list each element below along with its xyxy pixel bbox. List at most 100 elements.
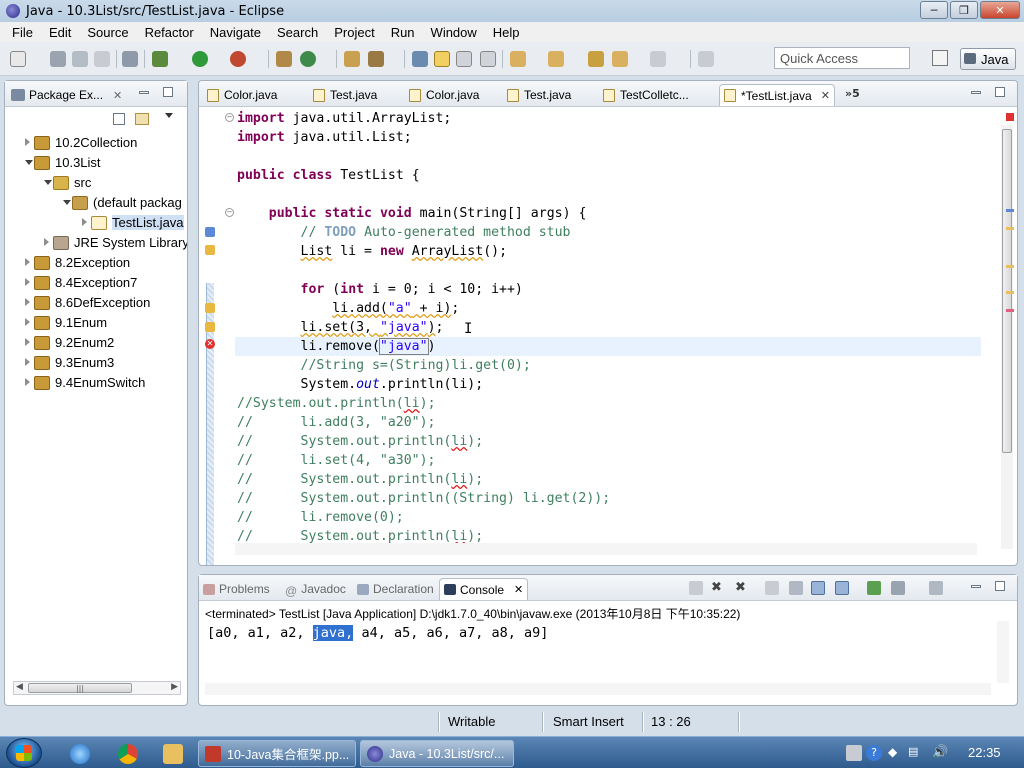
minimize-button[interactable]: ─: [920, 1, 948, 19]
console-maximize-icon[interactable]: [995, 581, 1005, 591]
link-with-editor-icon[interactable]: [135, 113, 149, 125]
tree-item[interactable]: 10.3List: [5, 153, 187, 173]
error-overview-mark[interactable]: [1006, 309, 1014, 312]
start-button[interactable]: [6, 738, 42, 768]
fold-toggle-icon[interactable]: −: [225, 208, 234, 217]
collapse-arrow-icon[interactable]: [25, 278, 30, 286]
horizontal-scrollbar[interactable]: ◀ ||| ▶: [13, 681, 181, 695]
pin-console-icon[interactable]: [867, 581, 881, 595]
collapse-arrow-icon[interactable]: [25, 138, 30, 146]
tree-item[interactable]: 8.2Exception: [5, 253, 187, 273]
run-external-icon[interactable]: [230, 51, 246, 67]
warning-overview-mark[interactable]: [1006, 291, 1014, 294]
tab-javadoc[interactable]: @ Javadoc: [285, 579, 346, 599]
clear-console-icon[interactable]: [765, 581, 779, 595]
tab-console[interactable]: Console ✕: [439, 578, 529, 600]
open-type-icon[interactable]: [344, 51, 360, 67]
close-button[interactable]: ✕: [980, 1, 1020, 19]
open-task-icon[interactable]: [368, 51, 384, 67]
taskbar-eclipse[interactable]: Java - 10.3List/src/...: [360, 740, 514, 767]
collapse-arrow-icon[interactable]: [25, 378, 30, 386]
open-console-icon[interactable]: [929, 581, 943, 595]
editor-minimize-icon[interactable]: [971, 91, 981, 94]
taskbar-clock[interactable]: 22:35: [968, 745, 1001, 760]
package-explorer-tab[interactable]: Package Ex... ✕: [11, 85, 122, 105]
expand-arrow-icon[interactable]: [44, 180, 52, 185]
code-area[interactable]: import java.util.ArrayList; import java.…: [235, 109, 981, 546]
editor-tab[interactable]: TestColletc...: [599, 84, 693, 106]
editor-tab[interactable]: Color.java: [203, 84, 281, 106]
editor-tab[interactable]: Test.java: [309, 84, 381, 106]
console-output[interactable]: [a0, a1, a2, java, a4, a5, a6, a7, a8, a…: [207, 625, 548, 641]
print-icon[interactable]: [94, 51, 110, 67]
help-icon[interactable]: ?: [866, 745, 882, 761]
quick-access-input[interactable]: Quick Access: [774, 47, 910, 69]
expand-arrow-icon[interactable]: [25, 160, 33, 165]
collapse-arrow-icon[interactable]: [25, 298, 30, 306]
editor-overflow-tabs[interactable]: »5: [845, 87, 860, 100]
collapse-arrow-icon[interactable]: [82, 218, 87, 226]
skip-breakpoints-icon[interactable]: [122, 51, 138, 67]
taskbar-powerpoint[interactable]: 10-Java集合框架.pp...: [198, 740, 356, 767]
console-horizontal-scrollbar[interactable]: [205, 683, 991, 695]
new-class-icon[interactable]: [300, 51, 316, 67]
scroll-thumb[interactable]: |||: [28, 683, 132, 693]
tree-item[interactable]: 9.1Enum: [5, 313, 187, 333]
menu-search[interactable]: Search: [269, 25, 326, 40]
save-all-icon[interactable]: [72, 51, 88, 67]
tree-item[interactable]: TestList.java: [5, 213, 187, 233]
maximize-button[interactable]: ❐: [950, 1, 978, 19]
tab-declaration[interactable]: Declaration: [357, 579, 434, 599]
editor-tab[interactable]: Color.java: [405, 84, 483, 106]
debug-icon[interactable]: [152, 51, 168, 67]
tab-problems[interactable]: Problems: [203, 579, 270, 599]
warning-overview-mark[interactable]: [1006, 227, 1014, 230]
remove-launch-icon[interactable]: ✖: [711, 581, 725, 595]
minimize-view-icon[interactable]: [139, 91, 149, 94]
network-icon[interactable]: ▤: [908, 745, 924, 761]
tree-item[interactable]: 9.2Enum2: [5, 333, 187, 353]
forward-icon[interactable]: [650, 51, 666, 67]
task-overview-mark[interactable]: [1006, 209, 1014, 212]
mark-occurrences-icon[interactable]: [434, 51, 450, 67]
tree-item[interactable]: 9.4EnumSwitch: [5, 373, 187, 393]
search-icon[interactable]: [412, 51, 428, 67]
menu-edit[interactable]: Edit: [41, 25, 79, 40]
new-java-project-icon[interactable]: [276, 51, 292, 67]
editor-horizontal-scrollbar[interactable]: [235, 543, 977, 555]
pin-editor-icon[interactable]: [698, 51, 714, 67]
menu-window[interactable]: Window: [423, 25, 485, 40]
menu-file[interactable]: File: [4, 25, 41, 40]
view-menu-icon[interactable]: [165, 113, 173, 118]
collapse-arrow-icon[interactable]: [25, 338, 30, 346]
collapse-arrow-icon[interactable]: [25, 318, 30, 326]
collapse-arrow-icon[interactable]: [44, 238, 49, 246]
block-selection-icon[interactable]: [456, 51, 472, 67]
editor-maximize-icon[interactable]: [995, 87, 1005, 97]
menu-project[interactable]: Project: [326, 25, 382, 40]
editor-tab[interactable]: *TestList.java ✕: [719, 84, 835, 106]
show-whitespace-icon[interactable]: [480, 51, 496, 67]
menu-refactor[interactable]: Refactor: [137, 25, 202, 40]
collapse-all-icon[interactable]: [113, 113, 125, 125]
tree-item[interactable]: 9.3Enum3: [5, 353, 187, 373]
maximize-view-icon[interactable]: [163, 87, 173, 97]
menu-navigate[interactable]: Navigate: [202, 25, 269, 40]
console-vertical-scrollbar[interactable]: [997, 621, 1009, 683]
tree-item[interactable]: (default packag: [5, 193, 187, 213]
new-icon[interactable]: [10, 51, 26, 67]
close-tab-icon[interactable]: ✕: [821, 89, 830, 102]
editor-tab[interactable]: Test.java: [503, 84, 575, 106]
terminate-icon[interactable]: [689, 581, 703, 595]
tree-item[interactable]: JRE System Library: [5, 233, 187, 253]
tree-item[interactable]: src: [5, 173, 187, 193]
volume-icon[interactable]: 🔊: [932, 745, 948, 761]
warning-overview-mark[interactable]: [1006, 265, 1014, 268]
back-icon[interactable]: [612, 51, 628, 67]
menu-source[interactable]: Source: [79, 25, 136, 40]
open-perspective-icon[interactable]: [932, 50, 948, 66]
console-minimize-icon[interactable]: [971, 585, 981, 588]
last-edit-icon[interactable]: [588, 51, 604, 67]
expand-arrow-icon[interactable]: [63, 200, 71, 205]
fold-toggle-icon[interactable]: −: [225, 113, 234, 122]
